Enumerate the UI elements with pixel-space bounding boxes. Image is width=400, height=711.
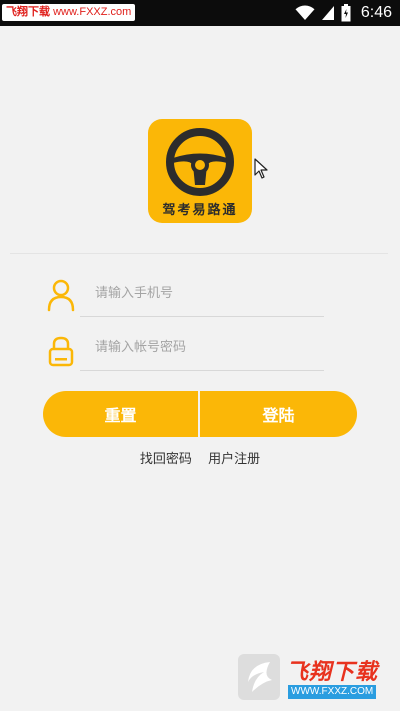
clock: 6:46 [360,4,392,21]
register-link[interactable]: 用户注册 [208,448,260,467]
login-screen: 飞翔下载 www.FXXZ.com 6:46 驾考易路通 请输入手机号 重置 登… [0,0,400,711]
lock-icon [48,336,74,367]
login-button[interactable]: 登陆 [200,391,357,437]
phone-input-underline [80,316,324,317]
battery-icon [341,4,351,22]
divider [10,253,388,254]
forgot-password-link[interactable]: 找回密码 [140,448,192,467]
watermark-url: WWW.FXXZ.COM [288,685,377,699]
phone-field [46,274,326,317]
bottom-watermark: 飞翔下载 WWW.FXXZ.COM [236,652,392,704]
top-watermark-url: www.FXXZ.com [53,6,132,18]
user-icon [47,279,75,312]
mouse-cursor-icon [254,158,268,179]
phone-input[interactable] [80,274,324,312]
watermark-name: 飞翔下载 [286,660,379,685]
button-row: 重置 登陆 [43,391,357,437]
app-logo: 驾考易路通 [148,119,252,223]
auth-links: 找回密码 用户注册 [0,448,400,467]
status-icons: 6:46 [295,3,392,23]
signal-icon [321,6,334,20]
password-input[interactable] [80,328,324,366]
status-bar: 飞翔下载 www.FXXZ.com 6:46 [0,0,400,26]
wifi-icon [295,5,315,21]
top-watermark: 飞翔下载 www.FXXZ.com [2,4,136,21]
watermark-logo-icon [238,654,280,700]
reset-button[interactable]: 重置 [43,391,198,437]
password-field [46,328,326,371]
password-input-underline [80,370,324,371]
steering-wheel-icon [166,128,234,196]
top-watermark-brand: 飞翔下载 [6,6,50,18]
app-name: 驾考易路通 [162,203,238,218]
